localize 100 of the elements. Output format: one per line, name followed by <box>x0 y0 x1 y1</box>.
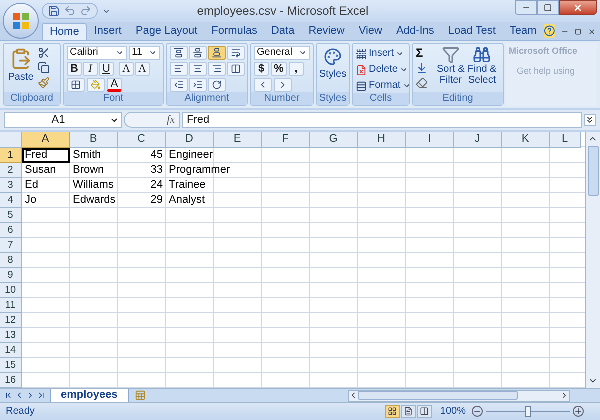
formula-field[interactable]: Fred <box>182 112 582 128</box>
cut-icon[interactable] <box>38 47 50 59</box>
align-right-button[interactable] <box>208 62 226 76</box>
copy-icon[interactable] <box>38 62 50 74</box>
find-select-button[interactable]: Find & Select <box>468 46 497 92</box>
column-header[interactable]: L <box>550 132 581 148</box>
restore-icon[interactable] <box>575 28 582 36</box>
vertical-scrollbar[interactable] <box>585 132 600 388</box>
bottom-align-button[interactable] <box>208 46 226 60</box>
ribbon-tab[interactable]: View <box>352 23 390 40</box>
column-header[interactable]: H <box>358 132 406 148</box>
sheet-tab[interactable]: employees <box>50 388 129 402</box>
increase-decimal-button[interactable] <box>254 78 272 92</box>
help-icon[interactable] <box>544 24 556 38</box>
zoom-slider-thumb[interactable] <box>525 406 531 417</box>
scroll-right-icon[interactable] <box>560 391 569 400</box>
last-sheet-icon[interactable] <box>37 391 46 400</box>
view-button[interactable] <box>417 405 432 418</box>
paste-button[interactable]: Paste <box>7 46 35 92</box>
insert-button[interactable]: Insert <box>356 47 411 61</box>
delete-button[interactable]: Delete <box>356 63 411 77</box>
ribbon-tab[interactable]: Insert <box>87 23 129 40</box>
close-icon[interactable] <box>588 27 596 37</box>
scrollbar-thumb[interactable] <box>588 146 598 196</box>
view-button[interactable] <box>401 405 416 418</box>
format-painter-icon[interactable] <box>38 77 50 89</box>
column-header[interactable]: E <box>214 132 262 148</box>
office-button[interactable] <box>3 3 39 39</box>
font-size-field[interactable]: 11 <box>129 46 160 60</box>
format-button[interactable]: Format <box>356 79 411 93</box>
ribbon-tab[interactable]: Page Layout <box>128 23 205 40</box>
font-name-field[interactable]: Calibri <box>67 46 127 60</box>
next-sheet-icon[interactable] <box>26 391 35 400</box>
wrap-text-button[interactable] <box>227 46 245 60</box>
orientation-button[interactable] <box>208 78 226 92</box>
ribbon-tab[interactable]: Add-Ins <box>389 23 442 40</box>
save-icon[interactable] <box>48 5 60 17</box>
column-header[interactable]: C <box>118 132 166 148</box>
center-button[interactable] <box>189 62 207 76</box>
row-header[interactable]: 13 <box>0 328 22 343</box>
column-header[interactable]: D <box>166 132 214 148</box>
comma-button[interactable]: , <box>288 62 304 76</box>
row-header[interactable]: 16 <box>0 373 22 388</box>
bold-button[interactable]: B <box>67 62 82 76</box>
row-header[interactable]: 10 <box>0 283 22 298</box>
ribbon-tab[interactable]: Home <box>42 23 88 40</box>
scrollbar-thumb[interactable] <box>358 391 518 400</box>
sort-filter-button[interactable]: Sort & Filter <box>437 46 465 92</box>
merge-button[interactable] <box>227 62 245 76</box>
column-header[interactable]: J <box>454 132 502 148</box>
column-header[interactable]: F <box>262 132 310 148</box>
row-header[interactable]: 14 <box>0 343 22 358</box>
ribbon-tab[interactable]: Formulas <box>204 23 264 40</box>
row-header[interactable]: 12 <box>0 313 22 328</box>
expand-icon[interactable] <box>584 114 596 126</box>
row-header[interactable]: 15 <box>0 358 22 373</box>
row-header[interactable]: 4 <box>0 193 22 208</box>
shrink-font-button[interactable]: A <box>135 62 150 76</box>
autosum-button[interactable]: Σ <box>416 47 434 59</box>
row-header[interactable]: 8 <box>0 253 22 268</box>
grow-font-button[interactable]: A <box>119 62 134 76</box>
underline-button[interactable]: U <box>99 62 114 76</box>
row-header[interactable]: 11 <box>0 298 22 313</box>
column-header[interactable]: I <box>406 132 454 148</box>
zoom-in-icon[interactable] <box>573 406 584 417</box>
close-button[interactable] <box>559 0 597 15</box>
decrease-indent-button[interactable] <box>170 78 188 92</box>
ribbon-tab[interactable]: Team <box>502 23 544 40</box>
column-header[interactable]: A <box>22 132 70 148</box>
borders-button[interactable] <box>67 78 85 92</box>
view-button[interactable] <box>385 405 400 418</box>
row-header[interactable]: 7 <box>0 238 22 253</box>
previous-sheet-icon[interactable] <box>15 391 24 400</box>
italic-button[interactable]: I <box>83 62 98 76</box>
number-format-field[interactable]: General <box>254 46 310 60</box>
selected-cell[interactable]: Fred <box>22 148 70 163</box>
row-header[interactable]: 2 <box>0 163 22 178</box>
column-header[interactable]: K <box>502 132 550 148</box>
row-header[interactable]: 9 <box>0 268 22 283</box>
ribbon-tab[interactable]: Data <box>264 23 302 40</box>
maximize-button[interactable] <box>537 0 559 15</box>
ribbon-tab[interactable]: Load Test <box>441 23 503 40</box>
currency-button[interactable]: $ <box>254 62 269 76</box>
column-header[interactable]: B <box>70 132 118 148</box>
fill-color-button[interactable] <box>87 78 105 92</box>
styles-button[interactable]: Styles <box>320 46 346 92</box>
row-header[interactable]: 3 <box>0 178 22 193</box>
percent-button[interactable]: % <box>271 62 287 76</box>
fill-icon[interactable] <box>416 62 428 74</box>
ribbon-tab[interactable]: Review <box>302 23 352 40</box>
font-color-button[interactable]: A <box>107 78 122 92</box>
eraser-icon[interactable] <box>416 77 428 89</box>
name-box[interactable]: A1 <box>4 112 122 128</box>
align-left-button[interactable] <box>170 62 188 76</box>
function-button[interactable]: fx <box>167 112 175 128</box>
top-align-button[interactable] <box>170 46 188 60</box>
row-header[interactable]: 1 <box>0 148 22 163</box>
column-header[interactable]: G <box>310 132 358 148</box>
zoom-out-icon[interactable] <box>472 406 483 417</box>
horizontal-scrollbar[interactable] <box>348 390 570 402</box>
